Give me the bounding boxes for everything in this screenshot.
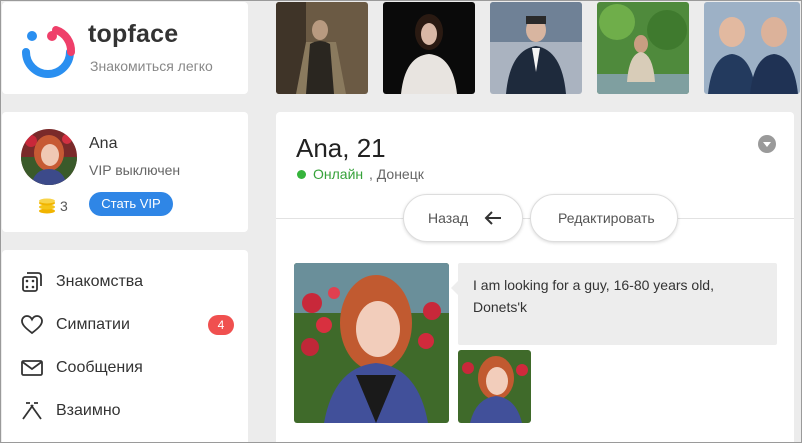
more-options-button[interactable]	[758, 135, 776, 153]
vip-status: VIP выключен	[89, 162, 181, 178]
envelope-icon	[21, 360, 43, 376]
my-name: Ana	[89, 135, 118, 152]
sidebar-item-label: Знакомства	[56, 273, 144, 290]
back-button[interactable]: Назад	[403, 194, 523, 242]
sidebar-nav: Знакомства Симпатии 4 Сообщения Взаимно	[2, 250, 248, 443]
online-status-dot	[297, 170, 306, 179]
sidebar-item-dating[interactable]: Знакомства	[2, 262, 248, 302]
edit-button-label: Редактировать	[558, 210, 655, 226]
sidebar-item-label: Сообщения	[56, 359, 143, 376]
sidebar-item-messages[interactable]: Сообщения	[2, 348, 248, 388]
brand-name: topface	[88, 20, 179, 48]
user-photo-thumb[interactable]	[704, 2, 800, 94]
back-button-label: Назад	[428, 210, 469, 226]
sidebar-item-mutual[interactable]: Взаимно	[2, 391, 248, 431]
topface-logo-icon	[22, 26, 75, 78]
brand-tagline: Знакомиться легко	[90, 58, 213, 74]
avatar[interactable]	[21, 129, 77, 185]
user-photo-thumb[interactable]	[490, 2, 582, 94]
profile-title: Ana, 21	[296, 133, 386, 163]
profile-main-photo[interactable]	[294, 263, 449, 423]
user-photo-thumb[interactable]	[383, 2, 475, 94]
coins-count: 3	[60, 198, 68, 214]
sidebar-item-label: Симпатии	[56, 316, 130, 333]
chevron-down-icon	[763, 142, 771, 147]
coins-icon	[39, 198, 55, 214]
dice-icon	[22, 272, 42, 292]
sidebar-item-label: Взаимно	[56, 402, 121, 419]
mutual-icon	[22, 402, 42, 420]
heart-icon	[21, 315, 43, 335]
arrow-left-icon	[484, 211, 501, 225]
edit-profile-button[interactable]: Редактировать	[530, 194, 678, 242]
about-bubble: I am looking for a guy, 16-80 years old,…	[451, 263, 777, 345]
user-photo-thumb[interactable]	[276, 2, 368, 94]
my-profile-card: Ana VIP выключен 3 Стать VIP	[2, 112, 248, 232]
sidebar-item-likes[interactable]: Симпатии 4	[2, 305, 248, 345]
online-status: Онлайн	[313, 166, 364, 182]
become-vip-button[interactable]: Стать VIP	[89, 192, 173, 216]
about-text: I am looking for a guy, 16-80 years old,…	[473, 277, 714, 315]
logo-card[interactable]: topface Знакомиться легко	[2, 2, 248, 94]
profile-card: Ana, 21 Онлайн , Донецк Назад Редактиров…	[276, 112, 794, 443]
profile-city: , Донецк	[369, 166, 424, 182]
user-photo-thumb[interactable]	[597, 2, 689, 94]
notification-badge: 4	[208, 315, 234, 335]
profile-photo-thumb[interactable]	[458, 350, 531, 423]
